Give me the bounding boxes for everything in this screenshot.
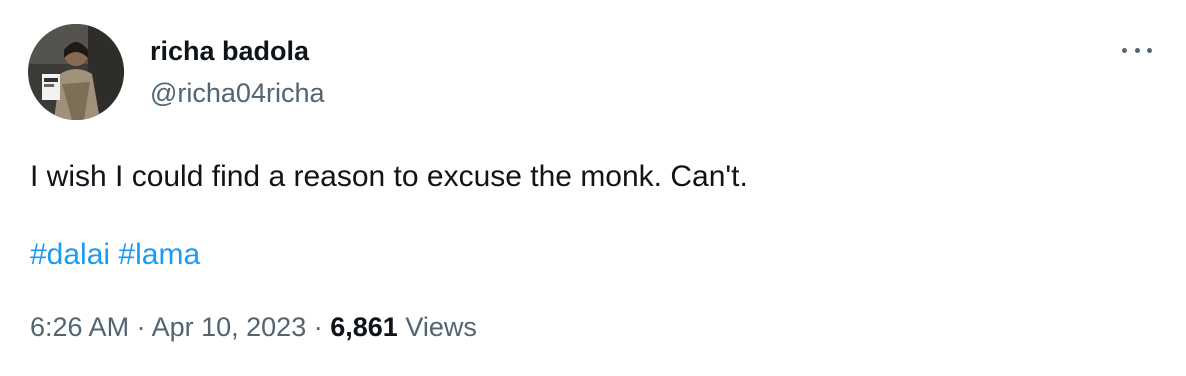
tweet-text: I wish I could find a reason to excuse t… <box>30 160 748 193</box>
tweet-card: richa badola @richa04richa I wish I coul… <box>0 0 1186 376</box>
more-dot <box>1134 47 1140 53</box>
author-handle[interactable]: @richa04richa <box>150 76 325 110</box>
more-dot <box>1122 47 1127 53</box>
views-label: Views <box>405 312 477 342</box>
author-name[interactable]: richa badola <box>150 34 309 68</box>
more-dot <box>1147 47 1152 53</box>
hashtag-dalai[interactable]: #dalai <box>30 238 110 271</box>
more-horizontal-icon[interactable] <box>1122 38 1152 62</box>
meta-separator: · <box>313 312 323 342</box>
meta-separator: · <box>136 312 146 342</box>
hashtag-row: #dalai #lama <box>30 236 200 274</box>
views-count: 6,861 <box>330 312 398 342</box>
avatar[interactable] <box>28 24 124 120</box>
tweet-time[interactable]: 6:26 AM <box>30 312 129 342</box>
tweet-date[interactable]: Apr 10, 2023 <box>152 312 307 342</box>
avatar-image <box>28 24 124 120</box>
tweet-meta: 6:26 AM · Apr 10, 2023 · 6,861 Views <box>30 310 477 344</box>
hashtag-lama[interactable]: #lama <box>118 238 200 271</box>
